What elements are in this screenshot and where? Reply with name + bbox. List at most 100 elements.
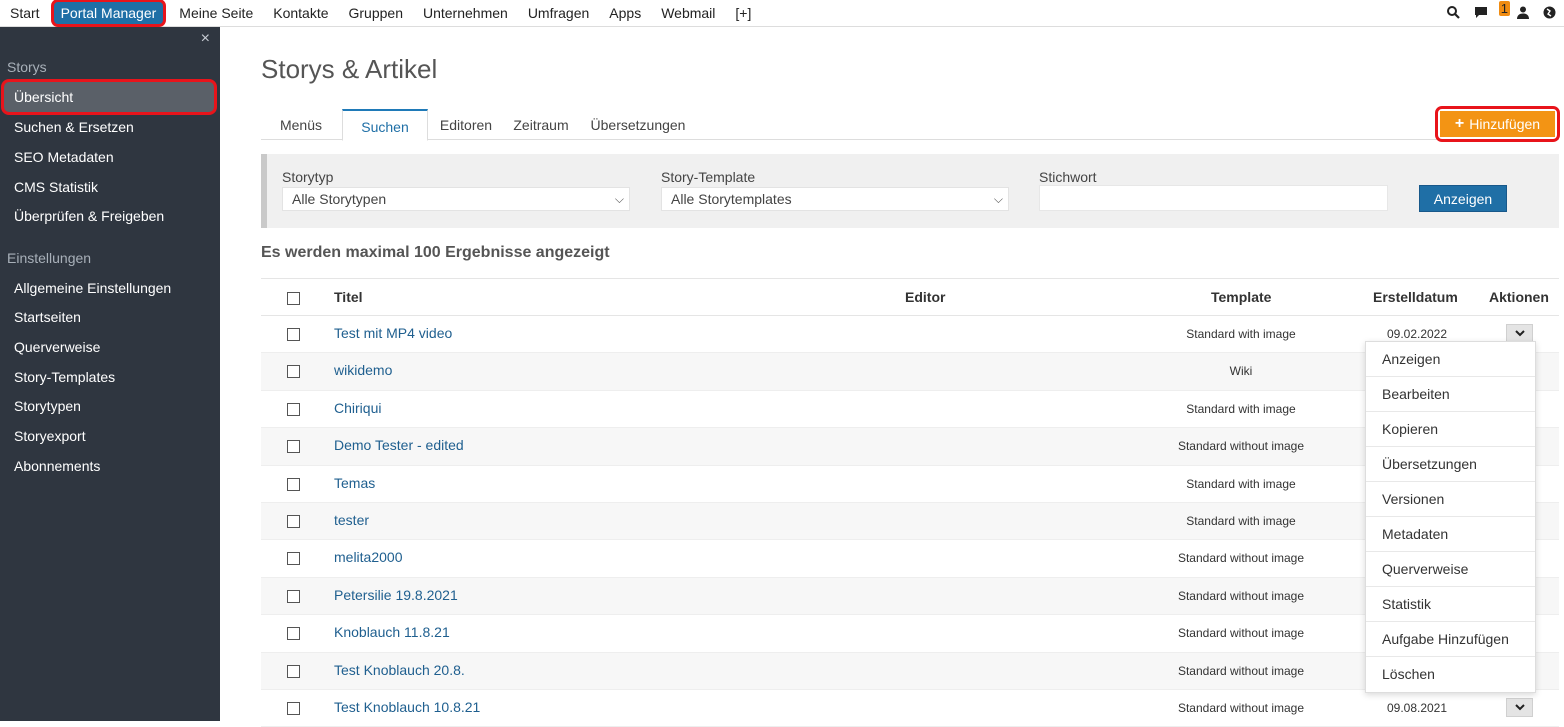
nav-start[interactable]: Start [0, 0, 50, 27]
filter-panel: Storytyp Alle Storytypen ⌵ Story-Templat… [261, 154, 1559, 228]
nav-portal-manager[interactable]: Portal Manager [50, 0, 167, 27]
sidebar-item-suchen-ersetzen[interactable]: Suchen & Ersetzen [14, 119, 134, 135]
row-checkbox[interactable] [287, 514, 300, 528]
tab-menues[interactable]: Menüs [261, 109, 341, 140]
storytyp-select[interactable]: Alle Storytypen ⌵ [282, 187, 630, 211]
nav-kontakte[interactable]: Kontakte [263, 0, 338, 27]
keyword-input[interactable] [1039, 185, 1388, 211]
story-date: 09.08.2021 [1386, 700, 1448, 715]
row-checkbox[interactable] [287, 627, 300, 641]
top-right-icons: 1 [1447, 0, 1556, 27]
menu-item-bearbeiten[interactable]: Bearbeiten [1366, 377, 1535, 412]
story-template: Standard without image [1177, 700, 1305, 715]
story-template: Standard with image [1186, 327, 1296, 341]
show-button[interactable]: Anzeigen [1419, 185, 1507, 212]
sidebar: × Storys Übersicht Suchen & Ersetzen SEO… [0, 27, 220, 721]
story-template: Standard with image [1186, 513, 1296, 528]
template-select-value: Alle Storytemplates [671, 191, 792, 207]
chevron-down-icon: ⌵ [993, 192, 1003, 206]
user-icon[interactable] [1517, 6, 1529, 22]
story-template: Standard with image [1186, 401, 1296, 416]
menu-item-metadaten[interactable]: Metadaten [1366, 517, 1535, 552]
nav-gruppen[interactable]: Gruppen [339, 0, 413, 27]
header-editor: Editor [905, 289, 946, 305]
row-checkbox[interactable] [287, 589, 300, 603]
nav-meine-seite[interactable]: Meine Seite [169, 0, 263, 27]
story-title-link[interactable]: Test Knoblauch 10.8.21 [334, 699, 480, 715]
menu-item-querverweise[interactable]: Querverweise [1366, 552, 1535, 587]
tab-suchen[interactable]: Suchen [342, 109, 428, 141]
sidebar-item-abonnements[interactable]: Abonnements [14, 458, 100, 474]
story-title-link[interactable]: Chiriqui [334, 400, 381, 416]
nav-apps[interactable]: Apps [599, 0, 651, 27]
menu-item-uebersetzungen[interactable]: Übersetzungen [1366, 447, 1535, 482]
story-template: Standard without image [1177, 626, 1305, 641]
story-template: Wiki [1229, 364, 1253, 379]
story-title-link[interactable]: tester [334, 512, 369, 528]
sidebar-item-querverweise[interactable]: Querverweise [14, 339, 100, 355]
sidebar-item-storyexport[interactable]: Storyexport [14, 428, 86, 444]
row-checkbox[interactable] [287, 477, 300, 491]
sidebar-item-story-templates[interactable]: Story-Templates [14, 369, 115, 385]
sidebar-item-startseiten[interactable]: Startseiten [14, 309, 81, 325]
sidebar-section-einstellungen: Einstellungen [7, 250, 92, 266]
story-title-link[interactable]: Temas [334, 475, 375, 491]
menu-item-kopieren[interactable]: Kopieren [1366, 412, 1535, 447]
row-checkbox[interactable] [287, 701, 300, 715]
sidebar-item-ueberpruefen-freigeben[interactable]: Überprüfen & Freigeben [14, 208, 164, 224]
sidebar-item-storytypen[interactable]: Storytypen [14, 398, 81, 414]
sidebar-section-storys: Storys [7, 59, 47, 75]
row-checkbox[interactable] [287, 552, 300, 566]
story-title-link[interactable]: Test mit MP4 video [334, 325, 452, 341]
actions-dropdown-menu: Anzeigen Bearbeiten Kopieren Übersetzung… [1365, 341, 1536, 693]
story-title-link[interactable]: wikidemo [334, 362, 392, 378]
row-checkbox[interactable] [287, 440, 300, 454]
menu-item-aufgabe-hinzufuegen[interactable]: Aufgabe Hinzufügen [1366, 622, 1535, 657]
add-button[interactable]: + Hinzufügen [1440, 111, 1555, 137]
header-title: Titel [334, 289, 363, 305]
story-title-link[interactable]: Test Knoblauch 20.8. [334, 662, 465, 678]
sidebar-item-cms-statistik[interactable]: CMS Statistik [14, 179, 98, 195]
row-checkbox[interactable] [287, 328, 300, 341]
actions-toggle-button[interactable] [1506, 697, 1533, 717]
nav-more[interactable]: [+] [725, 0, 761, 27]
header-template: Template [1211, 289, 1272, 305]
select-all-checkbox[interactable] [287, 292, 300, 305]
story-title-link[interactable]: Petersilie 19.8.2021 [334, 587, 458, 603]
globe-icon[interactable] [1543, 6, 1556, 22]
nav-unternehmen[interactable]: Unternehmen [413, 0, 518, 27]
story-title-link[interactable]: Demo Tester - edited [334, 437, 464, 453]
tab-editoren[interactable]: Editoren [431, 109, 501, 140]
sidebar-item-uebersicht[interactable]: Übersicht [1, 79, 217, 115]
menu-item-anzeigen[interactable]: Anzeigen [1366, 342, 1535, 377]
chevron-down-icon [1514, 704, 1525, 711]
main-content: Storys & Artikel Menüs Suchen Editoren Z… [220, 27, 1564, 727]
template-select[interactable]: Alle Storytemplates ⌵ [661, 187, 1009, 211]
sidebar-item-allgemeine-einstellungen[interactable]: Allgemeine Einstellungen [14, 280, 171, 296]
close-sidebar-icon[interactable]: × [201, 30, 210, 48]
add-button-label: Hinzufügen [1469, 116, 1541, 132]
table-header: Titel Editor Template Erstelldatum Aktio… [261, 278, 1559, 316]
row-checkbox[interactable] [287, 365, 300, 379]
storytyp-select-value: Alle Storytypen [292, 191, 387, 207]
menu-item-statistik[interactable]: Statistik [1366, 587, 1535, 622]
menu-item-loeschen[interactable]: Löschen [1366, 657, 1535, 692]
search-icon[interactable] [1447, 5, 1460, 22]
story-template: Standard without image [1177, 663, 1305, 678]
sidebar-item-seo-metadaten[interactable]: SEO Metadaten [14, 149, 114, 165]
table-row: Test Knoblauch 10.8.21 Standard without … [261, 690, 1559, 727]
story-template: Standard with image [1186, 476, 1296, 491]
chevron-down-icon [1514, 330, 1525, 337]
tab-uebersetzungen[interactable]: Übersetzungen [583, 109, 693, 140]
messages-icon[interactable]: 1 [1474, 0, 1510, 22]
nav-webmail[interactable]: Webmail [651, 0, 725, 27]
menu-item-versionen[interactable]: Versionen [1366, 482, 1535, 517]
row-checkbox[interactable] [287, 402, 300, 416]
story-template: Standard without image [1177, 439, 1305, 454]
row-checkbox[interactable] [287, 664, 300, 678]
nav-umfragen[interactable]: Umfragen [518, 0, 599, 27]
story-title-link[interactable]: Knoblauch 11.8.21 [334, 624, 450, 640]
tab-zeitraum[interactable]: Zeitraum [505, 109, 577, 140]
template-label: Story-Template [661, 169, 756, 185]
story-title-link[interactable]: melita2000 [334, 549, 403, 565]
